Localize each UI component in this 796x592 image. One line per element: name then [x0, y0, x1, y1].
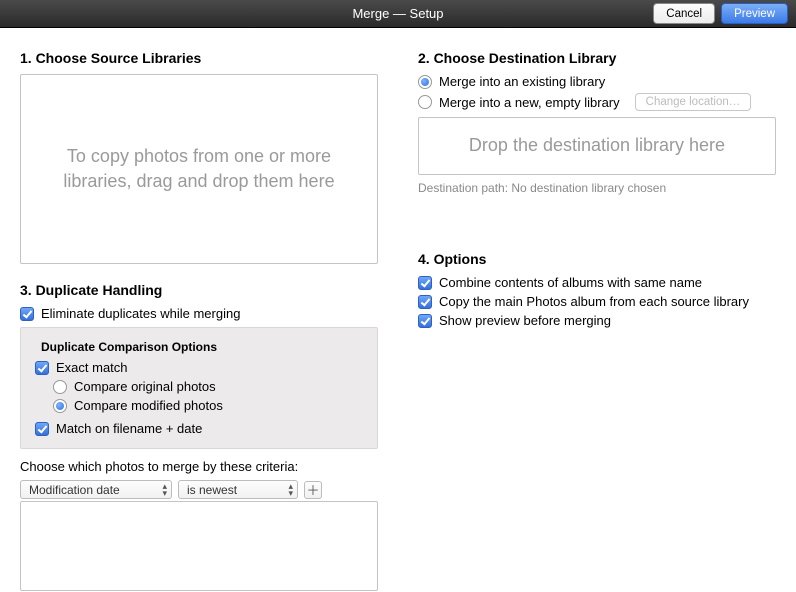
section-2-heading: 2. Choose Destination Library — [418, 50, 776, 66]
duplicate-comparison-panel: Duplicate Comparison Options Exact match… — [20, 327, 378, 449]
merge-new-row[interactable]: Merge into a new, empty library Change l… — [418, 93, 776, 111]
match-filename-label: Match on filename + date — [56, 421, 202, 436]
source-dropwell[interactable]: To copy photos from one or more librarie… — [20, 74, 378, 264]
option-show-preview-row[interactable]: Show preview before merging — [418, 313, 776, 328]
merge-existing-row[interactable]: Merge into an existing library — [418, 74, 776, 89]
criteria-bar: Modification date ▴▾ is newest ▴▾ ＋ — [20, 480, 378, 499]
merge-existing-label: Merge into an existing library — [439, 74, 605, 89]
merge-existing-radio[interactable] — [418, 75, 432, 89]
criteria-field-select[interactable]: Modification date ▴▾ — [20, 480, 172, 499]
section-4-heading: 4. Options — [418, 251, 776, 267]
compare-original-row[interactable]: Compare original photos — [53, 379, 367, 394]
updown-icon: ▴▾ — [288, 483, 293, 497]
titlebar-buttons: Cancel Preview — [653, 3, 788, 24]
add-criteria-button[interactable]: ＋ — [304, 481, 322, 499]
destination-dropwell[interactable]: Drop the destination library here — [418, 117, 776, 175]
criteria-op-value: is newest — [187, 483, 237, 497]
plus-icon: ＋ — [306, 480, 319, 499]
right-column: 2. Choose Destination Library Merge into… — [418, 50, 776, 582]
cancel-button[interactable]: Cancel — [653, 3, 715, 24]
option-copy-main-label: Copy the main Photos album from each sou… — [439, 294, 749, 309]
duplicate-comparison-heading: Duplicate Comparison Options — [41, 340, 367, 354]
compare-modified-row[interactable]: Compare modified photos — [53, 398, 367, 413]
option-combine-row[interactable]: Combine contents of albums with same nam… — [418, 275, 776, 290]
source-drop-hint: To copy photos from one or more librarie… — [61, 144, 337, 194]
section-1-heading: 1. Choose Source Libraries — [20, 50, 378, 66]
option-combine-label: Combine contents of albums with same nam… — [439, 275, 702, 290]
eliminate-duplicates-label: Eliminate duplicates while merging — [41, 306, 240, 321]
option-copy-main-row[interactable]: Copy the main Photos album from each sou… — [418, 294, 776, 309]
compare-modified-label: Compare modified photos — [74, 398, 223, 413]
content: 1. Choose Source Libraries To copy photo… — [0, 28, 796, 592]
titlebar: Merge — Setup Cancel Preview — [0, 0, 796, 28]
preview-button[interactable]: Preview — [721, 3, 788, 24]
section-3-heading: 3. Duplicate Handling — [20, 282, 378, 298]
criteria-field-value: Modification date — [29, 483, 120, 497]
compare-original-radio[interactable] — [53, 380, 67, 394]
exact-match-row[interactable]: Exact match — [35, 360, 367, 375]
criteria-label: Choose which photos to merge by these cr… — [20, 459, 378, 474]
option-show-preview-checkbox[interactable] — [418, 314, 432, 328]
merge-new-radio[interactable] — [418, 95, 432, 109]
exact-match-label: Exact match — [56, 360, 128, 375]
exact-match-checkbox[interactable] — [35, 361, 49, 375]
updown-icon: ▴▾ — [162, 483, 167, 497]
option-copy-main-checkbox[interactable] — [418, 295, 432, 309]
compare-original-label: Compare original photos — [74, 379, 216, 394]
window-title: Merge — Setup — [352, 6, 443, 21]
match-filename-checkbox[interactable] — [35, 422, 49, 436]
change-location-button[interactable]: Change location… — [635, 93, 752, 111]
merge-new-label: Merge into a new, empty library — [439, 95, 620, 110]
left-column: 1. Choose Source Libraries To copy photo… — [20, 50, 378, 582]
criteria-list-well[interactable] — [20, 501, 378, 591]
eliminate-duplicates-checkbox[interactable] — [20, 307, 34, 321]
option-show-preview-label: Show preview before merging — [439, 313, 611, 328]
destination-drop-hint: Drop the destination library here — [469, 133, 725, 158]
compare-modified-radio[interactable] — [53, 399, 67, 413]
criteria-op-select[interactable]: is newest ▴▾ — [178, 480, 298, 499]
destination-path-label: Destination path: No destination library… — [418, 181, 776, 195]
eliminate-duplicates-row[interactable]: Eliminate duplicates while merging — [20, 306, 378, 321]
match-filename-row[interactable]: Match on filename + date — [35, 421, 367, 436]
option-combine-checkbox[interactable] — [418, 276, 432, 290]
